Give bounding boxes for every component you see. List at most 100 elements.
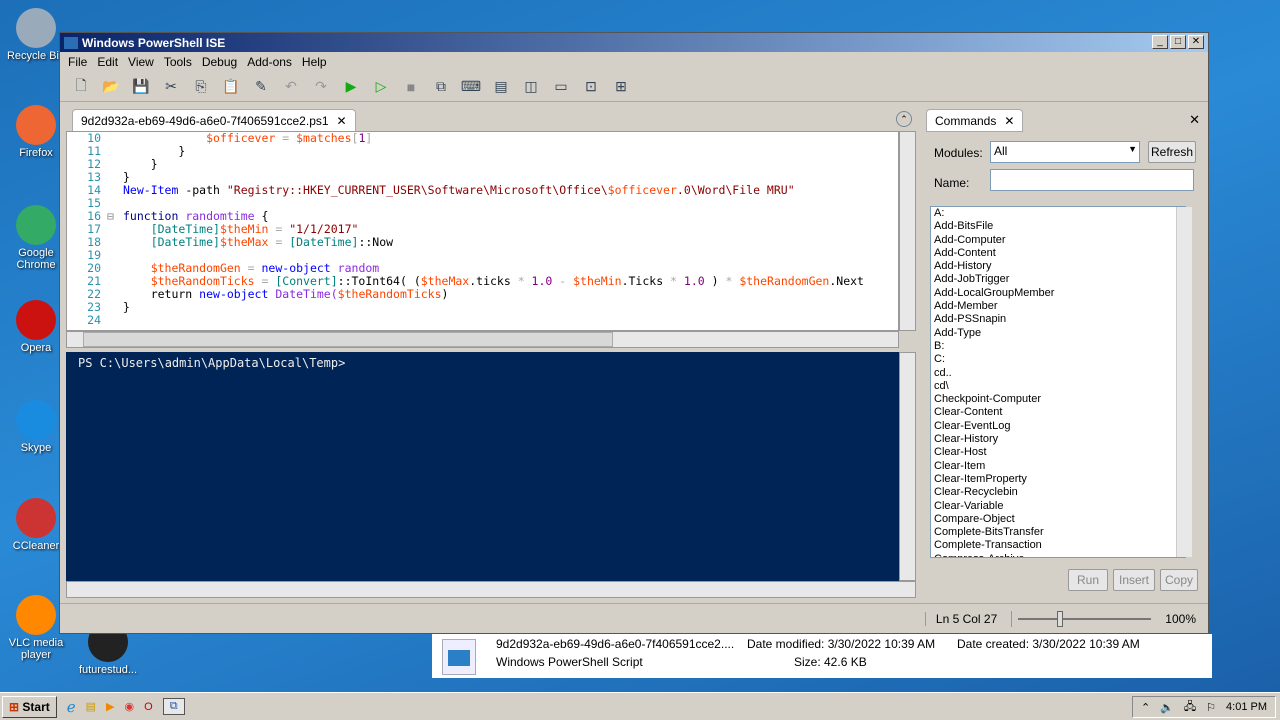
- cut-icon[interactable]: ✂: [160, 76, 182, 98]
- run-button[interactable]: Run: [1068, 569, 1108, 591]
- run-selection-icon[interactable]: ▷: [370, 76, 392, 98]
- menu-file[interactable]: File: [68, 55, 87, 69]
- editor-vertical-scrollbar[interactable]: [899, 131, 916, 331]
- start-button[interactable]: ⊞ Start: [2, 695, 57, 718]
- volume-icon[interactable]: 🔈: [1160, 701, 1174, 714]
- code-token: .ticks: [469, 274, 518, 288]
- command-item[interactable]: Add-Member: [934, 300, 1185, 313]
- command-item[interactable]: C:: [934, 353, 1185, 366]
- remote-icon[interactable]: ⧉: [430, 76, 452, 98]
- menu-help[interactable]: Help: [302, 55, 327, 69]
- command-item[interactable]: Complete-Transaction: [934, 539, 1185, 552]
- explorer-icon[interactable]: ▤: [86, 700, 96, 713]
- powershell-ise-task[interactable]: ⧉: [162, 698, 185, 715]
- code-token: DateTime(: [268, 287, 338, 301]
- command-item[interactable]: Complete-BitsTransfer: [934, 526, 1185, 539]
- command-item[interactable]: Add-LocalGroupMember: [934, 287, 1185, 300]
- explorer-details-pane: 9d2d932a-eb69-49d6-a6e0-7f406591cce2....…: [432, 634, 1212, 678]
- console-horizontal-scrollbar[interactable]: [66, 581, 916, 598]
- show-commands-icon[interactable]: ⊡: [580, 76, 602, 98]
- commands-list[interactable]: A: Add-BitsFile Add-Computer Add-Content Add…: [930, 206, 1186, 558]
- chrome-icon[interactable]: ◉: [125, 700, 135, 713]
- close-tab-icon[interactable]: ✕: [337, 114, 347, 128]
- desktop-icon[interactable]: Google Chrome: [6, 205, 66, 271]
- minimize-button[interactable]: _: [1152, 35, 1168, 49]
- clear-icon[interactable]: ✎: [250, 76, 272, 98]
- command-item[interactable]: cd\: [934, 380, 1185, 393]
- console-vertical-scrollbar[interactable]: [899, 352, 916, 581]
- modules-dropdown[interactable]: All ▼: [990, 141, 1140, 163]
- command-item[interactable]: B:: [934, 340, 1185, 353]
- layout-max-icon[interactable]: ▭: [550, 76, 572, 98]
- command-item[interactable]: A:: [934, 207, 1185, 220]
- desktop-icon[interactable]: VLC media player: [6, 595, 66, 661]
- menu-add-ons[interactable]: Add-ons: [247, 55, 292, 69]
- command-item[interactable]: Clear-EventLog: [934, 420, 1185, 433]
- commands-list-scrollbar[interactable]: [1176, 207, 1192, 557]
- desktop-icon[interactable]: Skype: [6, 400, 66, 454]
- command-item[interactable]: Clear-Variable: [934, 500, 1185, 513]
- open-icon[interactable]: 📂: [100, 76, 122, 98]
- menu-edit[interactable]: Edit: [97, 55, 118, 69]
- desktop-icon[interactable]: Opera: [6, 300, 66, 354]
- flag-icon[interactable]: ⚐: [1206, 701, 1216, 714]
- command-item[interactable]: Clear-History: [934, 433, 1185, 446]
- save-icon[interactable]: 💾: [130, 76, 152, 98]
- opera-icon[interactable]: O: [144, 701, 153, 713]
- command-item[interactable]: Add-JobTrigger: [934, 273, 1185, 286]
- undo-icon[interactable]: ↶: [280, 76, 302, 98]
- name-input[interactable]: [990, 169, 1194, 191]
- network-icon[interactable]: 🖧: [1184, 698, 1196, 717]
- command-item[interactable]: Clear-Content: [934, 406, 1185, 419]
- commands-pane-icon[interactable]: ⊞: [610, 76, 632, 98]
- layout-right-icon[interactable]: ◫: [520, 76, 542, 98]
- show-hidden-icons[interactable]: ⌃: [1141, 701, 1150, 714]
- command-item[interactable]: Clear-ItemProperty: [934, 473, 1185, 486]
- command-item[interactable]: Add-Computer: [934, 234, 1185, 247]
- run-icon[interactable]: ▶: [340, 76, 362, 98]
- close-button[interactable]: ✕: [1188, 35, 1204, 49]
- collapse-pane-icon[interactable]: ⌃: [896, 111, 912, 127]
- command-item[interactable]: cd..: [934, 367, 1185, 380]
- menu-tools[interactable]: Tools: [164, 55, 192, 69]
- desktop-icon[interactable]: Recycle Bin: [6, 8, 66, 62]
- command-item[interactable]: Add-Type: [934, 327, 1185, 340]
- insert-button[interactable]: Insert: [1113, 569, 1155, 591]
- ie-icon[interactable]: ℯ: [67, 698, 76, 716]
- console-icon[interactable]: ⌨: [460, 76, 482, 98]
- command-item[interactable]: Add-BitsFile: [934, 220, 1185, 233]
- desktop-icon[interactable]: CCleaner: [6, 498, 66, 552]
- copy-icon[interactable]: ⎘: [190, 76, 212, 98]
- script-tab[interactable]: 9d2d932a-eb69-49d6-a6e0-7f406591cce2.ps1…: [72, 109, 356, 132]
- command-item[interactable]: Compress-Archive: [934, 553, 1185, 557]
- editor-horizontal-scrollbar[interactable]: [66, 331, 899, 348]
- desktop-icon[interactable]: Firefox: [6, 105, 66, 159]
- menu-view[interactable]: View: [128, 55, 154, 69]
- layout-top-icon[interactable]: ▤: [490, 76, 512, 98]
- console-pane[interactable]: PS C:\Users\admin\AppData\Local\Temp>: [66, 352, 899, 581]
- command-item[interactable]: Checkpoint-Computer: [934, 393, 1185, 406]
- close-tab-icon[interactable]: ✕: [1004, 114, 1014, 128]
- maximize-button[interactable]: □: [1170, 35, 1186, 49]
- command-item[interactable]: Add-PSSnapin: [934, 313, 1185, 326]
- copy-button[interactable]: Copy: [1160, 569, 1198, 591]
- command-item[interactable]: Add-History: [934, 260, 1185, 273]
- command-item[interactable]: Add-Content: [934, 247, 1185, 260]
- command-item[interactable]: Clear-Item: [934, 460, 1185, 473]
- menu-debug[interactable]: Debug: [202, 55, 237, 69]
- command-item[interactable]: Compare-Object: [934, 513, 1185, 526]
- refresh-button[interactable]: Refresh: [1148, 141, 1196, 163]
- redo-icon[interactable]: ↷: [310, 76, 332, 98]
- code-editor[interactable]: 10 $officever = $matches[1] 11 } 12 } 13} 14…: [66, 131, 899, 331]
- clock[interactable]: 4:01 PM: [1226, 701, 1267, 713]
- commands-tab[interactable]: Commands ✕: [926, 109, 1024, 132]
- media-player-icon[interactable]: ▶: [106, 700, 114, 713]
- new-icon[interactable]: 🗋: [70, 76, 92, 98]
- stop-icon[interactable]: ■: [400, 76, 422, 98]
- close-pane-icon[interactable]: ✕: [1189, 112, 1200, 128]
- zoom-slider[interactable]: [1011, 610, 1152, 627]
- command-item[interactable]: Clear-Recyclebin: [934, 486, 1185, 499]
- paste-icon[interactable]: 📋: [220, 76, 242, 98]
- collapse-icon[interactable]: ⊟: [107, 210, 123, 223]
- command-item[interactable]: Clear-Host: [934, 446, 1185, 459]
